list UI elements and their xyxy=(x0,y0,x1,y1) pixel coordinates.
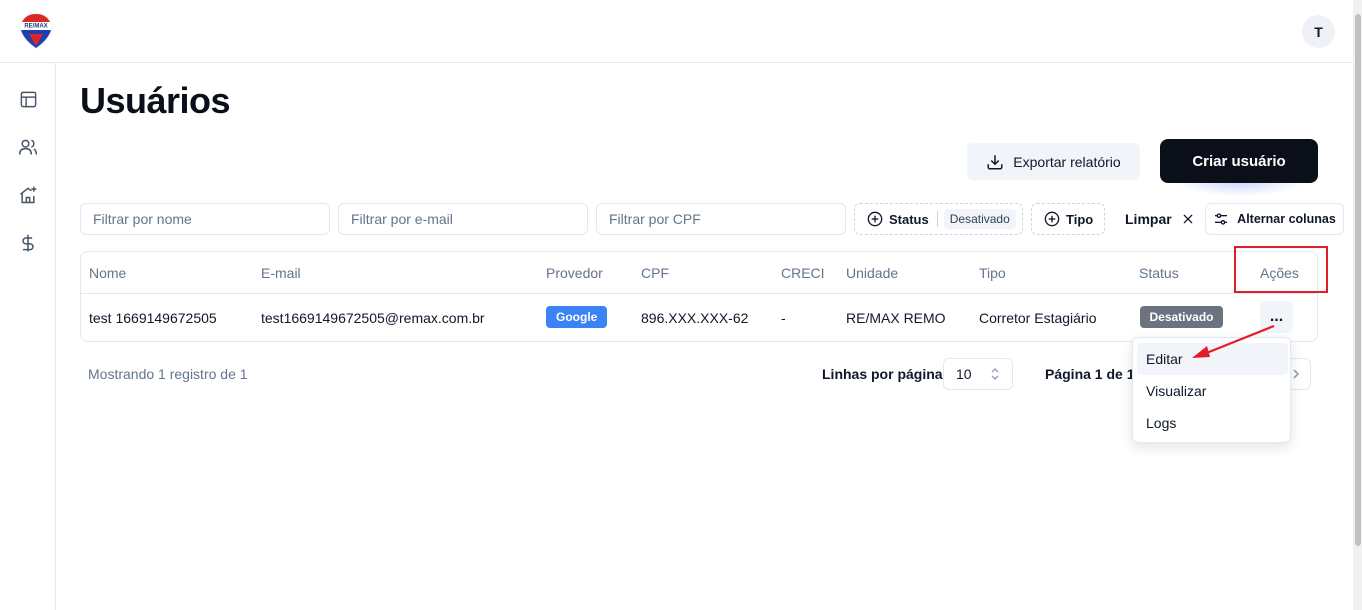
export-report-button[interactable]: Exportar relatório xyxy=(967,143,1140,180)
column-header[interactable]: Tipo xyxy=(979,265,1006,281)
column-header[interactable]: CPF xyxy=(641,265,669,281)
row-actions-button[interactable]: ... xyxy=(1260,301,1293,333)
row-actions-menu: Editar Visualizar Logs xyxy=(1132,337,1291,443)
rows-per-page-value: 10 xyxy=(956,366,972,382)
page-indicator: Página 1 de 1 xyxy=(1045,366,1135,382)
chip-separator xyxy=(936,211,938,227)
column-header[interactable]: E-mail xyxy=(261,265,301,281)
toggle-columns-button[interactable]: Alternar colunas xyxy=(1205,203,1344,235)
column-header[interactable]: Nome xyxy=(89,265,126,281)
cell-creci: - xyxy=(781,310,786,326)
users-table: Nome E-mail Provedor CPF CRECI Unidade T… xyxy=(80,251,1318,342)
annotation-highlight-box xyxy=(1234,246,1328,293)
scrollbar-thumb[interactable] xyxy=(1355,14,1361,546)
menu-item-view[interactable]: Visualizar xyxy=(1137,375,1288,407)
svg-text:RE/MAX: RE/MAX xyxy=(24,24,47,30)
table-header: Nome E-mail Provedor CPF CRECI Unidade T… xyxy=(81,252,1317,294)
sidebar xyxy=(0,63,56,610)
cell-email: test1669149672505@remax.com.br xyxy=(261,310,485,326)
column-header[interactable]: Unidade xyxy=(846,265,898,281)
status-filter-label: Status xyxy=(889,211,929,227)
plus-circle-icon xyxy=(867,211,883,227)
status-filter-chip[interactable]: Status Desativado xyxy=(854,203,1023,235)
remax-logo[interactable]: RE/MAX xyxy=(19,12,53,50)
users-icon[interactable] xyxy=(17,136,39,158)
column-header[interactable]: Status xyxy=(1139,265,1179,281)
sliders-icon xyxy=(1213,211,1229,227)
email-filter-input[interactable] xyxy=(338,203,588,235)
cpf-filter-input[interactable] xyxy=(596,203,846,235)
status-badge: Desativado xyxy=(1140,306,1223,328)
plus-circle-icon xyxy=(1044,211,1060,227)
toggle-columns-label: Alternar colunas xyxy=(1237,212,1336,226)
records-count: Mostrando 1 registro de 1 xyxy=(88,366,248,382)
layout-icon[interactable] xyxy=(17,88,39,110)
provider-badge: Google xyxy=(546,306,608,328)
clear-filters-button[interactable]: Limpar xyxy=(1117,203,1203,235)
menu-item-logs[interactable]: Logs xyxy=(1137,407,1288,439)
page-title: Usuários xyxy=(80,80,231,121)
cell-type: Corretor Estagiário xyxy=(979,310,1097,326)
type-filter-chip[interactable]: Tipo xyxy=(1031,203,1105,235)
name-filter-input[interactable] xyxy=(80,203,330,235)
user-avatar[interactable]: T xyxy=(1302,15,1335,48)
top-bar: RE/MAX T xyxy=(0,0,1362,63)
rows-per-page-label: Linhas por página xyxy=(822,366,943,382)
column-header[interactable]: Provedor xyxy=(546,265,603,281)
chevron-right-icon xyxy=(1291,368,1301,380)
cell-name: test 1669149672505 xyxy=(89,310,217,326)
home-plus-icon[interactable] xyxy=(17,184,39,206)
type-filter-label: Tipo xyxy=(1066,211,1094,227)
download-icon xyxy=(986,153,1004,171)
rows-per-page-select[interactable]: 10 xyxy=(943,358,1013,390)
cell-cpf: 896.XXX.XXX-62 xyxy=(641,310,749,326)
chevron-up-down-icon xyxy=(990,367,1000,381)
close-icon xyxy=(1181,212,1195,226)
dollar-icon[interactable] xyxy=(17,232,39,254)
cell-unit: RE/MAX REMO xyxy=(846,310,946,326)
export-report-label: Exportar relatório xyxy=(1013,153,1121,170)
column-header[interactable]: CRECI xyxy=(781,265,825,281)
status-filter-value: Desativado xyxy=(943,209,1016,229)
menu-item-edit[interactable]: Editar xyxy=(1137,343,1288,375)
clear-filters-label: Limpar xyxy=(1125,211,1172,227)
create-user-button[interactable]: Criar usuário xyxy=(1160,139,1318,183)
